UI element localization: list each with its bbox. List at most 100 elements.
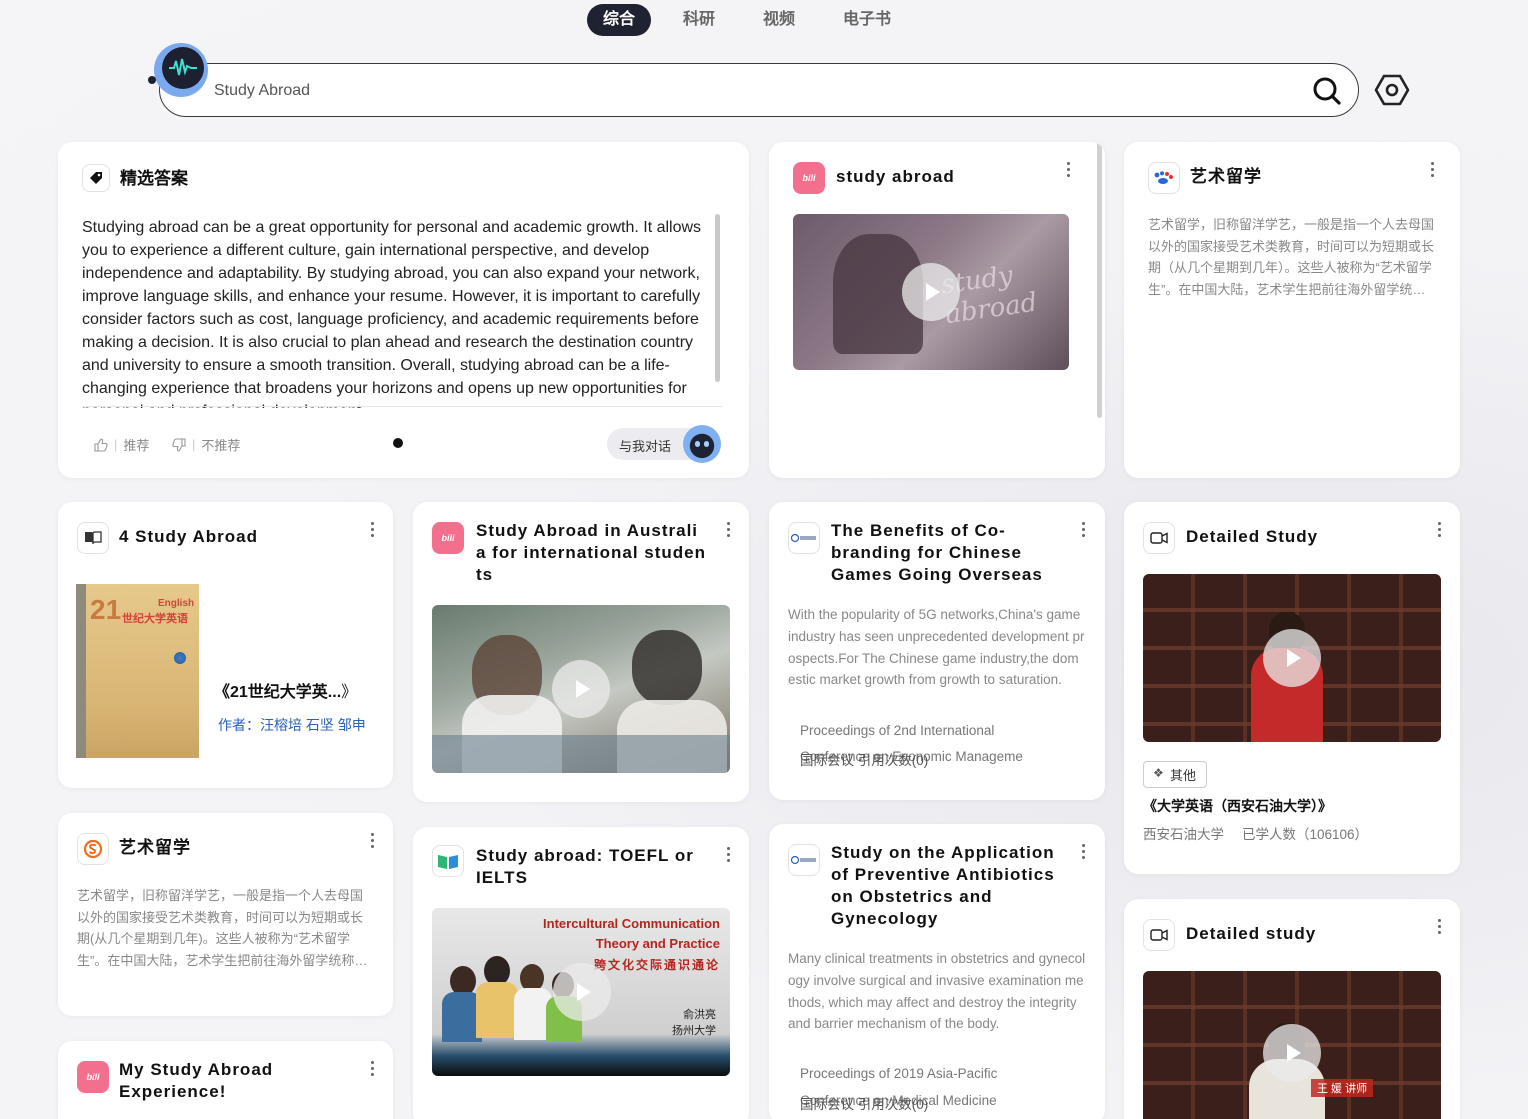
video-camera-icon [1143,919,1175,951]
paper-abstract: With the popularity of 5G networks,China… [788,607,1085,688]
bilibili-icon: bili [77,1061,109,1093]
book-authors[interactable]: 作者：汪榕培 石坚 邹申 [218,715,368,736]
thumbnail-org: 扬州大学 [672,1025,716,1037]
bilibili-icon: bili [432,522,464,554]
like-label: 推荐 [123,438,150,453]
more-options-icon[interactable] [367,522,377,540]
encyclopedia-card-art-study[interactable]: 艺术留学 艺术留学，旧称留洋学艺，一般是指一个人去母国以外的国家接受艺术类教育，… [1124,142,1460,478]
video-card-study-abroad[interactable]: bili study abroad study abroad [769,142,1105,478]
featured-answer-card: 精选答案 Studying abroad can be a great oppo… [58,142,749,478]
video-thumbnail[interactable] [432,605,730,773]
tag-icon [82,164,110,192]
course-card-toefl-ielts[interactable]: Study abroad: TOEFL or IELTS Intercultur… [413,827,749,1119]
pagination-dot[interactable] [393,438,403,448]
like-button[interactable]: | 推荐 [94,435,149,454]
baidu-icon [1148,162,1180,194]
more-options-icon[interactable] [723,522,733,540]
more-options-icon[interactable] [1078,522,1088,540]
video-thumbnail[interactable]: 王 媛 讲师 [1143,971,1441,1119]
mooc-title: Detailed Study [1186,527,1319,546]
encyclopedia-description: 艺术留学，旧称留洋学艺，一般是指一个人去母国以外的国家接受艺术类教育，时间可以为… [1148,217,1435,297]
encyclopedia-card-art-study-2[interactable]: 艺术留学 艺术留学，旧称留洋学艺，一般是指一个人去母国以外的国家接受艺术类教育，… [58,813,393,1016]
book-name: 《21世纪大学英...》 [214,684,358,701]
thumbnail-author: 俞洪亮 [683,1009,716,1021]
more-options-icon[interactable] [1427,162,1437,180]
book-cover[interactable]: 21 English 世纪大学英语 [76,584,199,758]
category-icon: ❖ [1153,766,1164,780]
mooc-title: Detailed study [1186,924,1317,943]
chat-label: 与我对话 [619,439,672,454]
course-icon [432,845,464,877]
search-input[interactable] [214,78,1294,104]
thumbnail-chinese-title: 跨文化交际通识通论 [593,958,720,972]
play-icon[interactable] [902,263,960,321]
cover-number: 21 [90,594,122,625]
video-title: Study Abroad in Australia for internatio… [476,521,707,584]
tab-all[interactable]: 综合 [587,4,652,36]
paper-venue: Proceedings of 2019 Asia-Pacific [800,1066,998,1081]
more-options-icon[interactable] [367,833,377,851]
answer-scrollbar[interactable] [715,214,720,382]
robot-avatar-icon [683,425,721,463]
thumbnail-subtitle: Theory and Practice [595,936,720,951]
video-thumbnail[interactable]: study abroad [793,214,1069,370]
paper-abstract: Many clinical treatments in obstetrics a… [788,951,1086,1032]
thumbs-down-icon [172,437,186,452]
cover-chinese: 世纪大学英语 [122,613,188,625]
chat-with-me-button[interactable]: 与我对话 [607,425,721,463]
ebook-card[interactable]: 4 Study Abroad 21 English 世纪大学英语 《21世纪大学… [58,502,393,788]
lecturer-caption: 王 媛 讲师 [1311,1079,1374,1097]
play-icon[interactable] [552,660,610,718]
search-icon[interactable] [1312,76,1342,106]
mooc-card-detailed-study-2[interactable]: Detailed study 王 媛 讲师 [1124,899,1460,1119]
tab-ebook[interactable]: 电子书 [827,4,907,36]
more-options-icon[interactable] [1434,522,1444,540]
bilibili-icon: bili [793,162,825,194]
sogou-icon [77,833,109,865]
more-options-icon[interactable] [367,1061,377,1079]
column-scrollbar[interactable] [1097,142,1102,418]
mooc-card-detailed-study[interactable]: Detailed Study ❖ 其他 《大学英语（西安石油大学）》 西安石油大… [1124,502,1460,874]
course-title: Study abroad: TOEFL or IELTS [476,846,694,887]
video-title: My Study Abroad Experience! [119,1060,274,1101]
featured-answer-title: 精选答案 [120,169,188,188]
more-options-icon[interactable] [1078,844,1088,862]
more-options-icon[interactable] [723,847,733,865]
course-thumbnail[interactable]: Intercultural Communication Theory and P… [432,908,730,1076]
paper-meta-overlay: 国际会议 引用次数(0) [800,1097,929,1112]
thumbs-up-icon [94,437,108,452]
more-options-icon[interactable] [1434,919,1444,937]
encyclopedia-title: 艺术留学 [119,838,191,857]
encyclopedia-description: 艺术留学，旧称留洋学艺，一般是指一个人去母国以外的国家接受艺术类教育，时间可以为… [77,888,368,968]
mooc-learners: 已学人数（106106） [1242,827,1369,842]
paper-card-antibiotics[interactable]: Study on the Application of Preventive A… [769,824,1105,1119]
video-card-my-experience[interactable]: bili My Study Abroad Experience! [58,1041,393,1119]
dislike-label: 不推荐 [201,438,241,453]
dislike-button[interactable]: | 不推荐 [172,435,240,454]
search-bar [159,63,1359,117]
globe-icon [174,652,186,664]
divider [82,406,722,407]
video-thumbnail[interactable] [1143,574,1441,742]
encyclopedia-title: 艺术留学 [1190,167,1262,186]
mooc-course-title[interactable]: 《大学英语（西安石油大学）》 [1143,796,1332,816]
settings-icon[interactable] [1374,72,1410,108]
play-icon[interactable] [1263,629,1321,687]
video-title: study abroad [836,167,955,186]
tab-video[interactable]: 视频 [747,4,811,36]
tab-research[interactable]: 科研 [667,4,731,36]
paper-source-icon [788,844,820,876]
play-icon[interactable] [1263,1024,1321,1082]
cover-english: English [158,598,195,609]
paper-card-co-branding[interactable]: The Benefits of Co-branding for Chinese … [769,502,1105,800]
paper-meta-overlay: 国际会议 引用次数(0) [800,753,929,768]
mooc-school: 西安石油大学 [1143,827,1224,842]
category-tag[interactable]: ❖ 其他 [1143,761,1208,788]
more-options-icon[interactable] [1063,162,1073,180]
paper-title: Study on the Application of Preventive A… [831,843,1055,928]
paper-title: The Benefits of Co-branding for Chinese … [831,521,1043,584]
assistant-logo-icon[interactable] [147,42,209,98]
play-icon[interactable] [553,963,611,1021]
category-tabs: 综合 科研 视频 电子书 [587,4,909,36]
video-card-australia[interactable]: bili Study Abroad in Australia for inter… [413,502,749,802]
